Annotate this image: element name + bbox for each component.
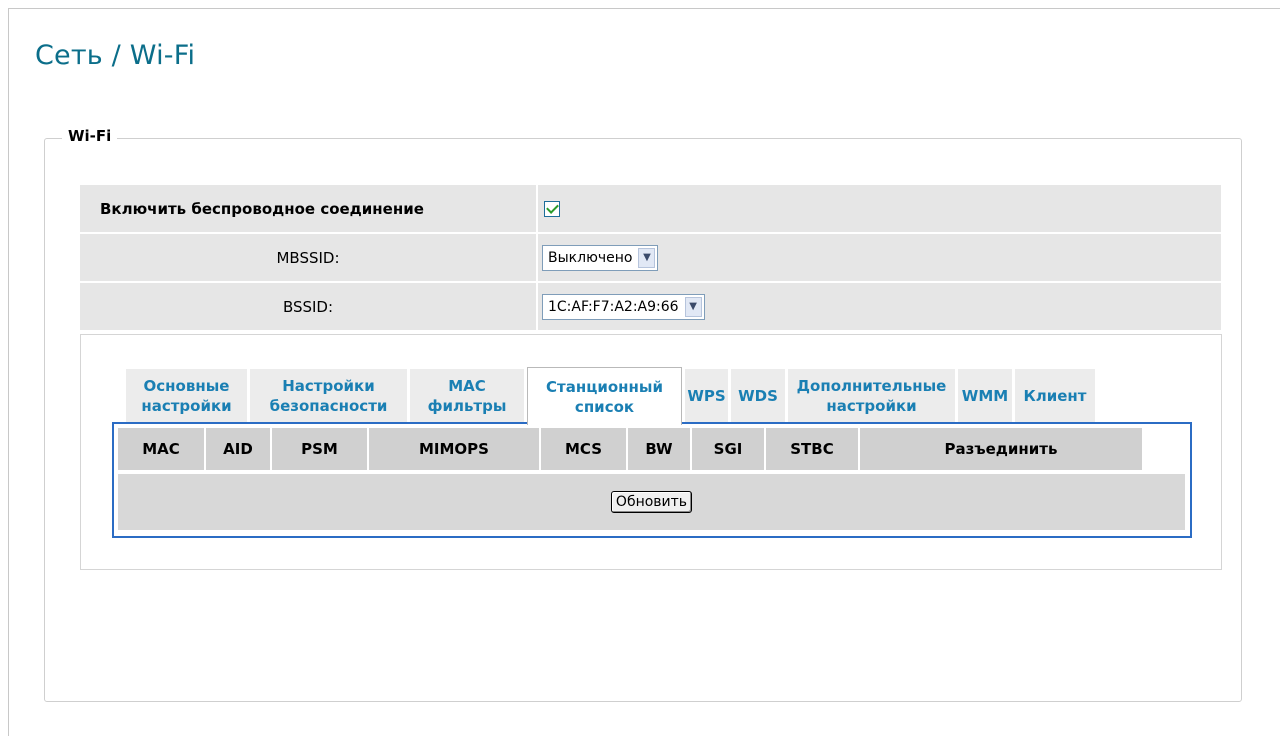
tab-label-line1: Станционный (546, 377, 663, 396)
tab-advanced-settings[interactable]: Дополнительные настройки (788, 369, 955, 423)
tab-label-line1: Настройки (282, 377, 375, 395)
mbssid-select[interactable]: Выключено ▼ (542, 244, 659, 271)
enable-wireless-row: Включить беспроводное соединение (80, 185, 1221, 232)
mbssid-row: MBSSID: Выключено ▼ (80, 234, 1221, 281)
chevron-down-icon[interactable]: ▼ (638, 247, 656, 268)
wifi-legend: Wi-Fi (62, 127, 118, 145)
tab-label-line1: WMM (961, 387, 1009, 405)
column-header-stbc: STBC (766, 428, 858, 470)
column-header-mimops: MIMOPS (369, 428, 539, 470)
column-header-sgi: SGI (692, 428, 764, 470)
tab-label-line1: Дополнительные (796, 377, 947, 395)
tab-basic-settings[interactable]: Основные настройки (126, 369, 247, 423)
chevron-down-icon[interactable]: ▼ (684, 296, 702, 317)
bssid-select-value: 1C:AF:F7:A2:A9:66 (548, 298, 679, 315)
column-header-disconnect: Разъединить (860, 428, 1142, 470)
page-title: Сеть / Wi-Fi (35, 40, 196, 71)
tab-label-line1: Основные (143, 377, 230, 395)
tab-label-line1: WDS (738, 387, 778, 405)
refresh-button[interactable]: Обновить (610, 491, 693, 513)
enable-wireless-value (538, 185, 1221, 232)
enable-wireless-label: Включить беспроводное соединение (80, 185, 536, 232)
tab-client[interactable]: Клиент (1015, 369, 1095, 423)
tab-label-line1: Клиент (1023, 387, 1087, 405)
mbssid-select-value: Выключено (548, 249, 633, 266)
wifi-tabs: Основные настройки Настройки безопасности … (126, 367, 1098, 425)
bssid-select[interactable]: 1C:AF:F7:A2:A9:66 ▼ (542, 293, 705, 320)
tab-label-line2: безопасности (269, 397, 388, 415)
enable-wireless-checkbox[interactable] (544, 200, 560, 217)
column-header-mcs: MCS (541, 428, 626, 470)
mbssid-value: Выключено ▼ (538, 234, 1221, 281)
tab-label-line2: фильтры (427, 397, 507, 415)
bssid-value: 1C:AF:F7:A2:A9:66 ▼ (538, 283, 1221, 330)
tab-wps[interactable]: WPS (685, 369, 728, 423)
station-table-header: MAC AID PSM MIMOPS MCS BW SGI STBC Разъе… (118, 428, 1142, 470)
mbssid-label: MBSSID: (80, 234, 536, 281)
tab-label-line1: MAC (448, 377, 486, 395)
tab-station-list[interactable]: Станционный список (527, 367, 682, 425)
tab-wmm[interactable]: WMM (958, 369, 1012, 423)
column-header-mac: MAC (118, 428, 204, 470)
tab-label-line2: список (574, 397, 635, 416)
bssid-row: BSSID: 1C:AF:F7:A2:A9:66 ▼ (80, 283, 1221, 330)
settings-table: Включить беспроводное соединение MBSSID:… (80, 185, 1221, 332)
tab-label-line1: WPS (687, 387, 726, 405)
bssid-label: BSSID: (80, 283, 536, 330)
tab-wds[interactable]: WDS (731, 369, 785, 423)
column-header-aid: AID (206, 428, 270, 470)
column-header-bw: BW (628, 428, 690, 470)
column-header-psm: PSM (272, 428, 367, 470)
tab-security-settings[interactable]: Настройки безопасности (250, 369, 407, 423)
tab-label-line2: настройки (141, 397, 232, 415)
tab-mac-filters[interactable]: MAC фильтры (410, 369, 524, 423)
tab-label-line2: настройки (826, 397, 917, 415)
refresh-row: Обновить (118, 474, 1185, 530)
